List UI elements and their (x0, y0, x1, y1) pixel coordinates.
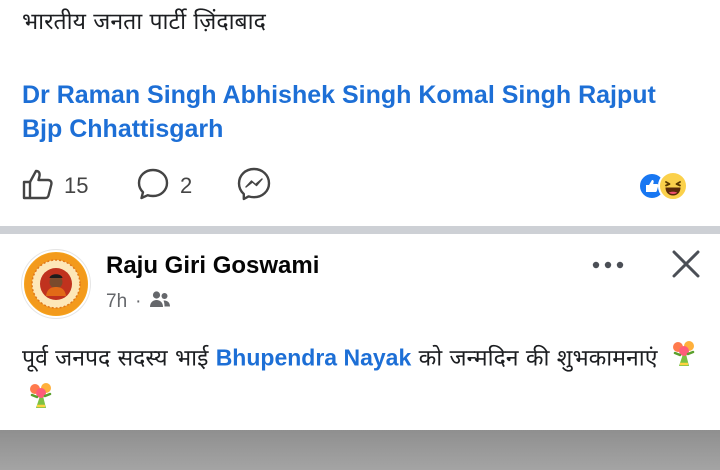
previous-post: भारतीय जनता पार्टी ज़िंदाबाद Dr Raman Si… (0, 0, 720, 226)
thumbs-up-outline-icon (20, 167, 54, 205)
post-text: भारतीय जनता पार्टी ज़िंदाबाद (22, 9, 266, 35)
middle-dot: · (135, 291, 142, 312)
post-meta: 7h · (106, 290, 171, 314)
post-media-image[interactable] (0, 430, 720, 470)
tag-link[interactable]: Dr Raman Singh (22, 81, 216, 109)
post-timestamp[interactable]: 7h (106, 291, 127, 313)
post-author-name[interactable]: Raju Giri Goswami (106, 252, 319, 280)
messenger-icon (236, 166, 272, 206)
friends-icon[interactable] (149, 290, 171, 314)
bouquet-icon (669, 338, 699, 380)
bouquet-icon (26, 380, 56, 422)
post-text-part: पूर्व जनपद सदस्य भाई (22, 345, 209, 372)
tag-link[interactable]: Komal Singh Rajput (418, 81, 656, 109)
speech-bubble-icon (136, 167, 170, 205)
avatar[interactable] (22, 250, 90, 318)
post-text-part: को जन्मदिन की शुभकामनाएं (418, 345, 658, 372)
mention-link[interactable]: Bhupendra Nayak (216, 345, 412, 371)
comment-count: 2 (180, 173, 193, 198)
like-button[interactable]: 15 (20, 164, 88, 208)
post-actions-bar: 15 2 (0, 164, 720, 208)
feed-divider (0, 226, 720, 234)
feed-post: Raju Giri Goswami 7h · पूर्व जनपद सदस्य … (0, 234, 720, 430)
haha-reaction-icon (658, 171, 688, 201)
post-tags: Dr Raman Singh Abhishek Singh Komal Sing… (22, 78, 712, 146)
close-x-icon (671, 249, 701, 283)
reaction-summary[interactable] (638, 170, 698, 202)
post-text: पूर्व जनपद सदस्य भाई Bhupendra Nayak को … (22, 338, 702, 422)
tag-link[interactable]: Bjp Chhattisgarh (22, 115, 223, 143)
hide-post-button[interactable] (664, 244, 708, 288)
like-count: 15 (64, 173, 89, 198)
tag-link[interactable]: Abhishek Singh (223, 81, 412, 109)
send-in-messenger-button[interactable] (236, 164, 272, 208)
comment-button[interactable]: 2 (136, 164, 192, 208)
more-options-button[interactable] (588, 244, 628, 284)
more-dots-icon (591, 255, 625, 274)
